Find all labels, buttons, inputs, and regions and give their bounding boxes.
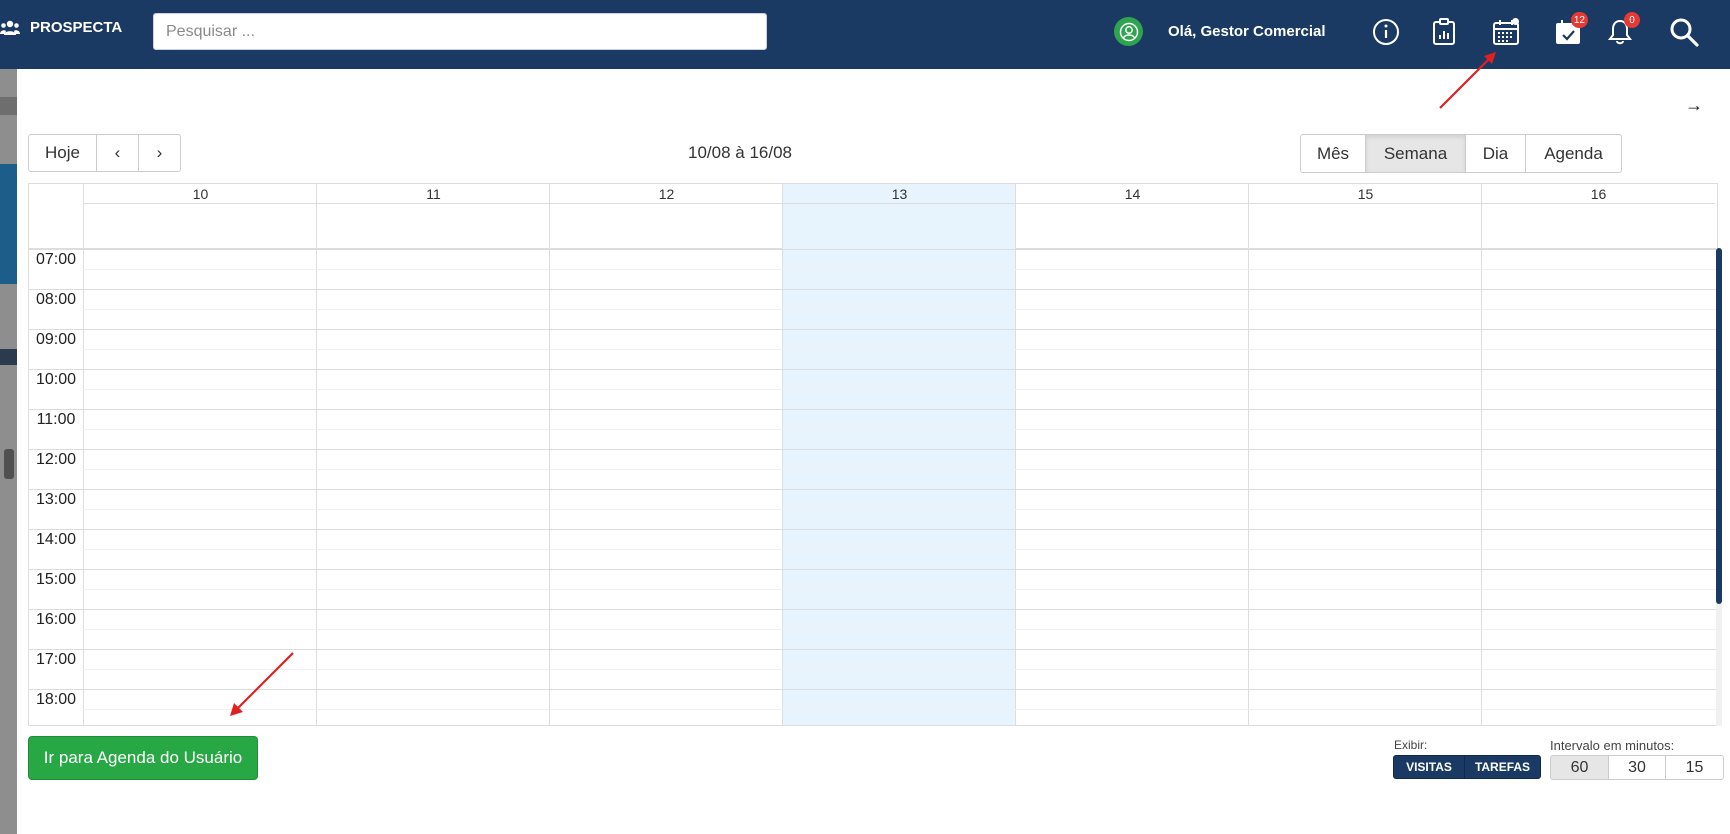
day-column[interactable]: 14 <box>1015 184 1249 725</box>
half-hour-gridline <box>83 269 1717 270</box>
day-number[interactable]: 16 <box>1482 184 1715 204</box>
half-hour-gridline <box>83 669 1717 670</box>
time-label: 13:00 <box>35 491 77 508</box>
time-label: 11:00 <box>36 411 76 428</box>
show-label: Exibir: <box>1394 738 1428 752</box>
today-button[interactable]: Hoje <box>28 134 97 172</box>
hour-gridline <box>29 369 1717 370</box>
half-hour-gridline <box>83 469 1717 470</box>
time-label: 18:00 <box>35 691 77 708</box>
reports-button[interactable] <box>1428 16 1460 48</box>
day-column[interactable]: 11 <box>316 184 550 725</box>
hour-gridline <box>29 529 1717 530</box>
notifications-badge: 0 <box>1624 12 1640 28</box>
time-label: 12:00 <box>35 451 77 468</box>
hour-gridline <box>29 249 1717 250</box>
next-week-button[interactable]: › <box>138 134 181 172</box>
time-label: 07:00 <box>35 251 77 268</box>
day-column[interactable]: 16 <box>1481 184 1715 725</box>
day-number[interactable]: 13 <box>783 184 1016 204</box>
hour-gridline <box>29 329 1717 330</box>
half-hour-gridline <box>83 549 1717 550</box>
show-visits-toggle[interactable]: VISITAS <box>1393 755 1465 779</box>
half-hour-gridline <box>83 589 1717 590</box>
hour-gridline <box>29 409 1717 410</box>
search-input[interactable] <box>153 13 767 50</box>
half-hour-gridline <box>83 629 1717 630</box>
day-number[interactable]: 10 <box>84 184 317 204</box>
calendar-dot-indicator <box>1512 18 1519 25</box>
annotation-arrow-icon <box>230 652 294 716</box>
half-hour-gridline <box>83 709 1717 710</box>
time-label: 15:00 <box>35 571 77 588</box>
time-label: 10:00 <box>35 371 77 388</box>
notifications-button[interactable]: 0 <box>1604 12 1640 48</box>
greeting-text[interactable]: Olá, Gestor Comercial <box>1168 23 1326 40</box>
hour-gridline <box>29 489 1717 490</box>
show-tasks-toggle[interactable]: TAREFAS <box>1464 755 1541 779</box>
day-number[interactable]: 12 <box>550 184 783 204</box>
background-page-sliver <box>0 69 17 834</box>
day-column[interactable]: 10 <box>83 184 317 725</box>
info-icon <box>1373 19 1399 45</box>
user-avatar[interactable] <box>1114 17 1143 46</box>
hour-gridline <box>29 449 1717 450</box>
interval-60-button[interactable]: 60 <box>1550 755 1609 780</box>
view-agenda-button[interactable]: Agenda <box>1525 134 1622 173</box>
go-to-user-agenda-button[interactable]: Ir para Agenda do Usuário <box>28 736 258 780</box>
day-column[interactable]: 13 <box>782 184 1016 725</box>
interval-15-button[interactable]: 15 <box>1665 755 1724 780</box>
close-panel-arrow-icon[interactable]: → <box>1685 95 1703 116</box>
user-icon <box>1119 22 1138 41</box>
background-block <box>0 164 17 284</box>
hour-gridline <box>29 289 1717 290</box>
time-label: 16:00 <box>35 611 77 628</box>
calendar-button[interactable] <box>1490 16 1522 48</box>
day-column[interactable]: 12 <box>549 184 783 725</box>
day-number[interactable]: 15 <box>1249 184 1482 204</box>
half-hour-gridline <box>83 389 1717 390</box>
half-hour-gridline <box>83 509 1717 510</box>
day-column[interactable]: 15 <box>1248 184 1482 725</box>
time-label: 17:00 <box>35 651 77 668</box>
view-week-button[interactable]: Semana <box>1365 134 1466 173</box>
date-range-title: 10/08 à 16/08 <box>688 143 792 162</box>
prev-week-button[interactable]: ‹ <box>96 134 139 172</box>
hour-gridline <box>29 609 1717 610</box>
view-day-button[interactable]: Dia <box>1465 134 1526 173</box>
interval-label: Intervalo em minutos: <box>1550 738 1675 753</box>
search-icon <box>1670 18 1699 47</box>
tasks-button[interactable]: 12 <box>1552 12 1588 48</box>
brand-name: PROSPECTA <box>30 19 123 36</box>
users-icon <box>0 20 20 35</box>
day-number[interactable]: 14 <box>1016 184 1249 204</box>
half-hour-gridline <box>83 349 1717 350</box>
brand[interactable]: PROSPECTA <box>0 19 122 36</box>
info-button[interactable] <box>1370 16 1402 48</box>
clipboard-chart-icon <box>1433 18 1455 45</box>
background-block <box>4 449 14 479</box>
day-number[interactable]: 11 <box>317 184 550 204</box>
time-label: 08:00 <box>35 291 77 308</box>
half-hour-gridline <box>83 429 1717 430</box>
background-block <box>0 349 17 365</box>
time-label: 14:00 <box>35 531 77 548</box>
annotation-arrow-icon <box>1439 52 1496 109</box>
half-hour-gridline <box>83 309 1717 310</box>
calendar-scrollbar-thumb[interactable] <box>1716 248 1722 604</box>
interval-30-button[interactable]: 30 <box>1608 755 1666 780</box>
time-label: 09:00 <box>35 331 77 348</box>
background-block <box>0 97 17 115</box>
hour-gridline <box>29 569 1717 570</box>
tasks-badge: 12 <box>1570 12 1588 28</box>
search-button[interactable] <box>1668 16 1700 48</box>
view-month-button[interactable]: Mês <box>1300 134 1366 173</box>
week-calendar-grid: 10 11 12 13 14 15 16 07:00 08:00 09:00 10:00 11:00… <box>28 183 1718 726</box>
